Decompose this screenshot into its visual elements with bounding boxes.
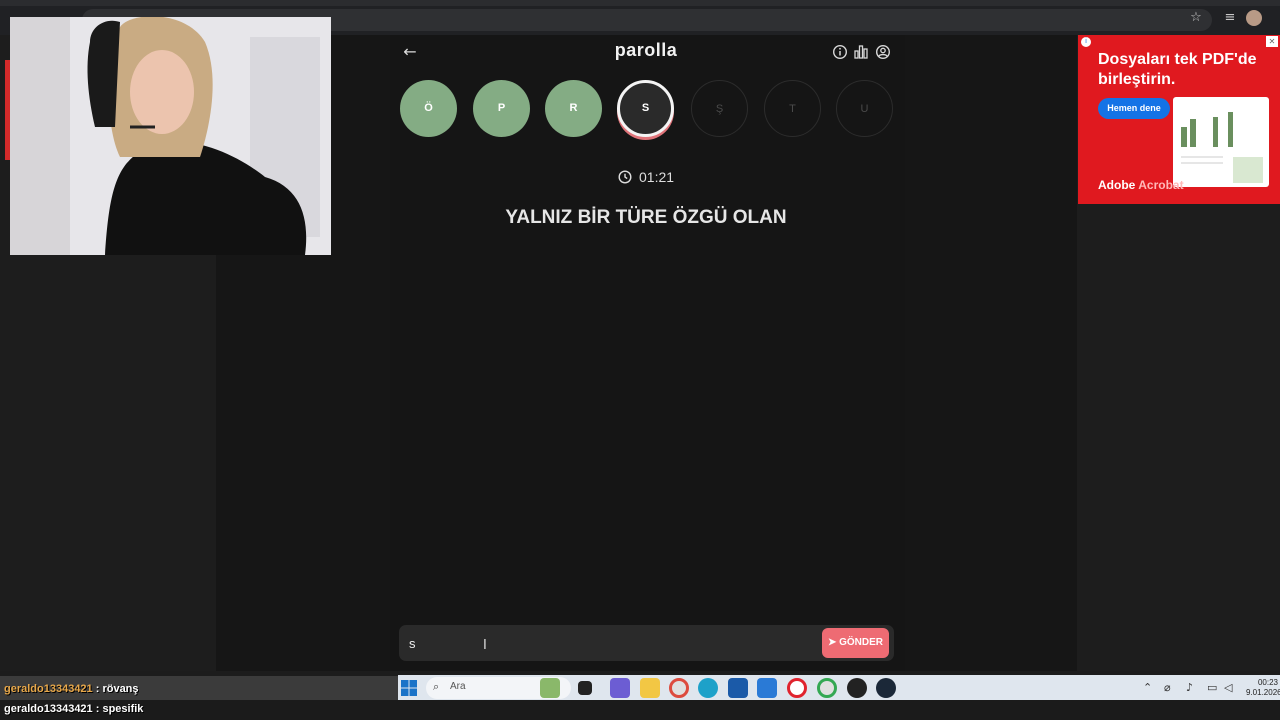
letter-circle-s-cedilla: Ş xyxy=(691,80,748,137)
chrome-icon[interactable] xyxy=(669,678,689,698)
ad-headline: Dosyaları tek PDF'de birleştirin. xyxy=(1098,51,1257,88)
bookmark-star-icon[interactable]: ☆ xyxy=(1188,10,1204,26)
timer-value: 01:21 xyxy=(639,169,675,185)
arrow-left-icon[interactable]: ← xyxy=(401,43,419,61)
chrome-profile-icon[interactable] xyxy=(817,678,837,698)
clock-time: 00:23 xyxy=(1257,678,1278,687)
letter-circle-p: P xyxy=(473,80,530,137)
webcam-overlay xyxy=(10,17,331,255)
answer-input[interactable] xyxy=(409,634,789,652)
chat-text: : rövanş xyxy=(92,683,139,695)
volume-icon[interactable]: ◁ xyxy=(1224,681,1232,694)
letter-circle-u: U xyxy=(836,80,893,137)
advertisement[interactable]: i ✕ Dosyaları tek PDF'de birleştirin. He… xyxy=(1078,35,1280,204)
edge-icon[interactable] xyxy=(698,678,718,698)
network-icon[interactable]: ⌀ xyxy=(1164,681,1171,694)
ad-brand-logo: Adobe Acrobat xyxy=(1098,178,1184,192)
webcam-image xyxy=(10,17,331,255)
send-icon: ➤ xyxy=(827,637,840,648)
opera-icon[interactable] xyxy=(787,678,807,698)
ad-cta-button[interactable]: Hemen dene xyxy=(1098,98,1170,119)
letter-circle-o-umlaut: Ö xyxy=(400,80,457,137)
letter-circle-s-active: S xyxy=(617,80,674,137)
stream-bottom-strip xyxy=(0,700,1280,720)
chat-username: geraldo13343421 xyxy=(4,703,93,715)
ad-info-icon[interactable]: i xyxy=(1081,37,1091,47)
copilot-icon[interactable] xyxy=(610,678,630,698)
app-icon[interactable] xyxy=(847,678,867,698)
clock-icon xyxy=(618,170,632,184)
send-button-label: GÖNDER xyxy=(839,637,884,648)
send-button[interactable]: ➤ GÖNDER xyxy=(822,628,889,658)
info-icon[interactable] xyxy=(832,44,848,60)
app-title: parolla xyxy=(614,40,678,60)
answer-form: ➤ GÖNDER xyxy=(399,625,894,661)
close-icon[interactable]: ✕ xyxy=(1266,36,1278,47)
search-placeholder: Ara xyxy=(450,681,466,692)
microphone-icon[interactable]: ♪ xyxy=(1186,681,1193,694)
stats-icon[interactable] xyxy=(853,44,869,60)
ad-document-illustration xyxy=(1173,97,1269,187)
letter-circle-t: T xyxy=(764,80,821,137)
letter-circle-r: R xyxy=(545,80,602,137)
profile-avatar[interactable] xyxy=(1246,10,1262,26)
page-gutter-right xyxy=(905,35,1077,671)
browser-tab-strip xyxy=(0,0,1280,6)
tray-overflow-icon[interactable]: ⌃ xyxy=(1143,681,1152,694)
account-icon[interactable] xyxy=(875,44,891,60)
mail-icon[interactable] xyxy=(757,678,777,698)
text-cursor-icon: Ι xyxy=(483,638,487,653)
system-clock[interactable]: 00:23 9.01.2026 xyxy=(1246,678,1280,698)
question-text: YALNIZ BİR TÜRE ÖZGÜ OLAN xyxy=(505,207,787,228)
steam-icon[interactable] xyxy=(876,678,896,698)
windows-start-icon[interactable] xyxy=(401,680,417,696)
search-icon: ⌕ xyxy=(433,680,440,693)
chat-text: : spesifik xyxy=(92,703,144,715)
file-explorer-icon[interactable] xyxy=(640,678,660,698)
display-icon[interactable]: ▭ xyxy=(1207,681,1217,694)
chat-message: geraldo13343421 : rövanş xyxy=(4,683,139,695)
store-icon[interactable] xyxy=(728,678,748,698)
chat-username: geraldo13343421 xyxy=(4,683,93,695)
media-control-icon[interactable]: ≡ xyxy=(1222,10,1238,26)
clock-date: 9.01.2026 xyxy=(1246,688,1280,697)
chat-message: geraldo13343421 : spesifik xyxy=(4,703,143,715)
taskbar-widget-icon[interactable] xyxy=(540,678,560,698)
task-view-icon[interactable] xyxy=(578,681,592,695)
